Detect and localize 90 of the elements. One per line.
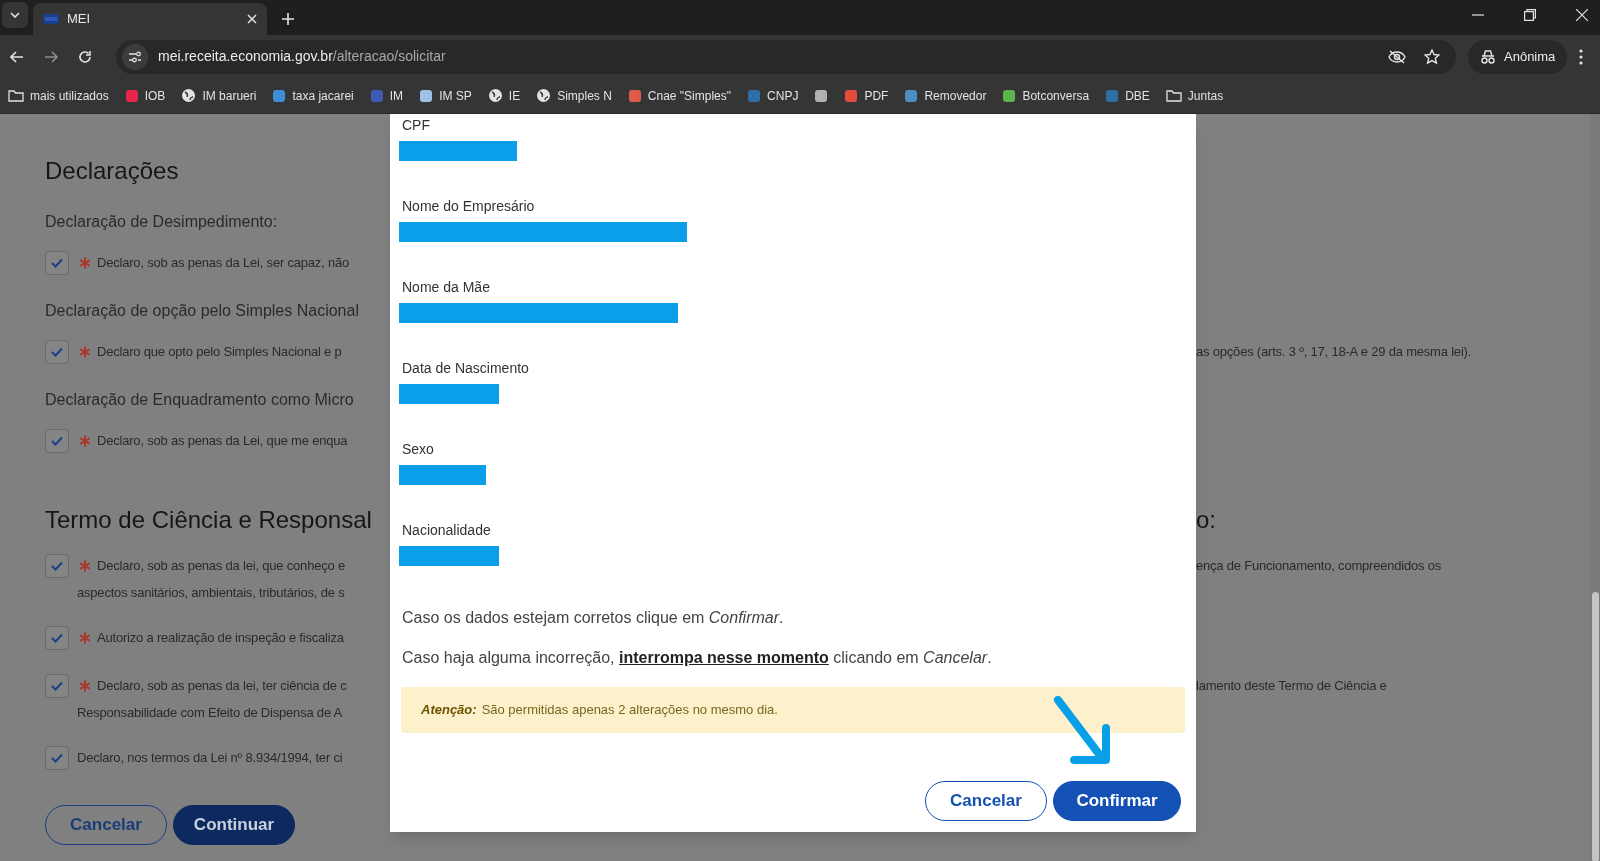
bookmark[interactable]: IOB [124, 86, 166, 105]
bookmark[interactable]: IM [369, 86, 404, 105]
bookmark[interactable]: Cnae "Simples" [627, 86, 732, 105]
bookmark[interactable]: Botconversa [1002, 86, 1090, 105]
site-favicon-icon [43, 14, 59, 24]
globe-icon [536, 88, 552, 103]
declaration-text: aspectos sanitários, ambientais, tributários, de s [77, 584, 345, 602]
bookmark[interactable]: IM barueri [181, 86, 257, 105]
subheading: Declaração de opção pelo Simples Nacional [45, 301, 359, 321]
forward-icon[interactable] [44, 50, 58, 63]
continue-button[interactable]: Continuar [173, 805, 295, 845]
tune-icon [128, 50, 142, 63]
back-icon[interactable] [10, 50, 24, 63]
cancel-button[interactable]: Cancelar [925, 781, 1047, 821]
field-label: Nacionalidade [402, 521, 492, 540]
bookmark[interactable]: DBE [1105, 86, 1150, 105]
star-icon[interactable] [1424, 48, 1440, 65]
checkbox[interactable] [45, 626, 69, 650]
more-menu-icon[interactable] [1579, 48, 1584, 65]
bookmark[interactable]: IE [487, 86, 521, 105]
checkbox[interactable] [45, 429, 69, 453]
scrollbar-thumb[interactable] [1592, 592, 1599, 861]
declaration-text: lamento deste Termo de Ciência e [1196, 677, 1387, 695]
bookmark[interactable]: Removedor [904, 86, 987, 105]
incognito-icon [1480, 49, 1496, 64]
bookmark[interactable]: IM SP [419, 86, 472, 105]
close-icon[interactable] [1576, 9, 1588, 21]
declaration-text: Declaro, sob as penas da Lei, ser capaz, não [97, 254, 350, 272]
field-label: Sexo [402, 440, 435, 459]
folder-icon [1165, 89, 1182, 102]
check-glyph [51, 561, 63, 571]
bookmark[interactable]: taxa jacarei [272, 86, 354, 105]
url-path: /alteracao/solicitar [332, 47, 446, 66]
bookmark-icon[interactable] [814, 88, 829, 103]
bookmark[interactable]: Juntas [1165, 86, 1224, 105]
check-glyph [51, 258, 63, 268]
folder-icon [8, 89, 24, 102]
profile-label: Anônima [1504, 47, 1556, 66]
field-label: CPF [402, 116, 431, 135]
declaration-text: Responsabilidade com Efeito de Dispensa de A [77, 704, 343, 722]
globe-icon [487, 88, 503, 103]
subheading: Declaração de Enquadramento como Micro [45, 390, 354, 410]
site-info-button[interactable] [122, 43, 148, 70]
field-label: Data de Nascimento [402, 359, 530, 378]
alert-label: Atenção: [421, 701, 477, 720]
eye-slash-icon[interactable] [1388, 49, 1406, 64]
confirm-button[interactable]: Confirmar [1053, 781, 1181, 821]
declaration-text: Declaro, sob as penas da lei, ter ciência de c [97, 677, 347, 695]
check-glyph [51, 436, 63, 446]
checkbox[interactable] [45, 674, 69, 698]
dialog-message: Caso os dados estejam corretos clique em Confirmar. [402, 608, 785, 628]
declaration-text: Declaro que opto pelo Simples Nacional e p [97, 343, 342, 361]
tab-title: MEI [67, 10, 92, 29]
subheading: Declaração de Desimpedimento: [45, 212, 278, 232]
profile-button[interactable]: Anônima [1468, 39, 1568, 74]
check-glyph [51, 681, 63, 691]
section-heading: Declarações [45, 156, 179, 186]
address-bar[interactable]: mei.receita.economia.gov.br/alteracao/solicitar [116, 39, 1456, 74]
checkbox[interactable] [45, 746, 69, 770]
bookmark[interactable]: Simples N [536, 86, 612, 105]
tab-list-button[interactable] [2, 2, 28, 28]
checkbox[interactable] [45, 554, 69, 578]
close-icon[interactable] [247, 14, 257, 24]
new-tab-icon[interactable] [282, 13, 294, 25]
checkbox[interactable] [45, 251, 69, 275]
chevron-down-icon [10, 12, 20, 18]
check-glyph [51, 347, 63, 357]
bookmark[interactable]: mais utilizados [8, 86, 109, 105]
checkbox[interactable] [45, 340, 69, 364]
bookmark[interactable]: PDF [844, 86, 889, 105]
bookmark[interactable]: CNPJ [747, 86, 799, 105]
declaration-text: Declaro, sob as penas da lei, que conheço e [97, 557, 345, 575]
declaration-text: Declaro, sob as penas da Lei, que me enqua [97, 432, 348, 450]
section-heading: o: [1196, 505, 1216, 535]
globe-icon [181, 88, 197, 103]
restore-icon[interactable] [1524, 9, 1536, 21]
section-heading: Termo de Ciência e Responsal [45, 505, 372, 535]
declaration-text: Autorizo a realização de inspeção e fiscaliza [97, 629, 344, 647]
reload-icon[interactable] [78, 49, 92, 64]
declaration-text: as opções (arts. 3 º, 17, 18-A e 29 da mesma lei). [1196, 343, 1472, 361]
declaration-text: ença de Funcionamento, compreendidos os [1196, 557, 1442, 575]
check-glyph [51, 633, 63, 643]
browser-tab[interactable]: MEI [33, 3, 267, 35]
url-host: mei.receita.economia.gov.br [158, 47, 333, 66]
declaration-text: Declaro, nos termos da Lei nº 8.934/1994, ter ci [77, 749, 343, 767]
check-glyph [51, 753, 63, 763]
alert-text: São permitidas apenas 2 alterações no mesmo dia. [481, 701, 778, 720]
dialog-message: Caso haja alguma incorreção, interrompa nesse momento clicando em Cancelar. [402, 648, 993, 668]
field-label: Nome da Mãe [402, 278, 491, 297]
field-label: Nome do Empresário [402, 197, 536, 216]
